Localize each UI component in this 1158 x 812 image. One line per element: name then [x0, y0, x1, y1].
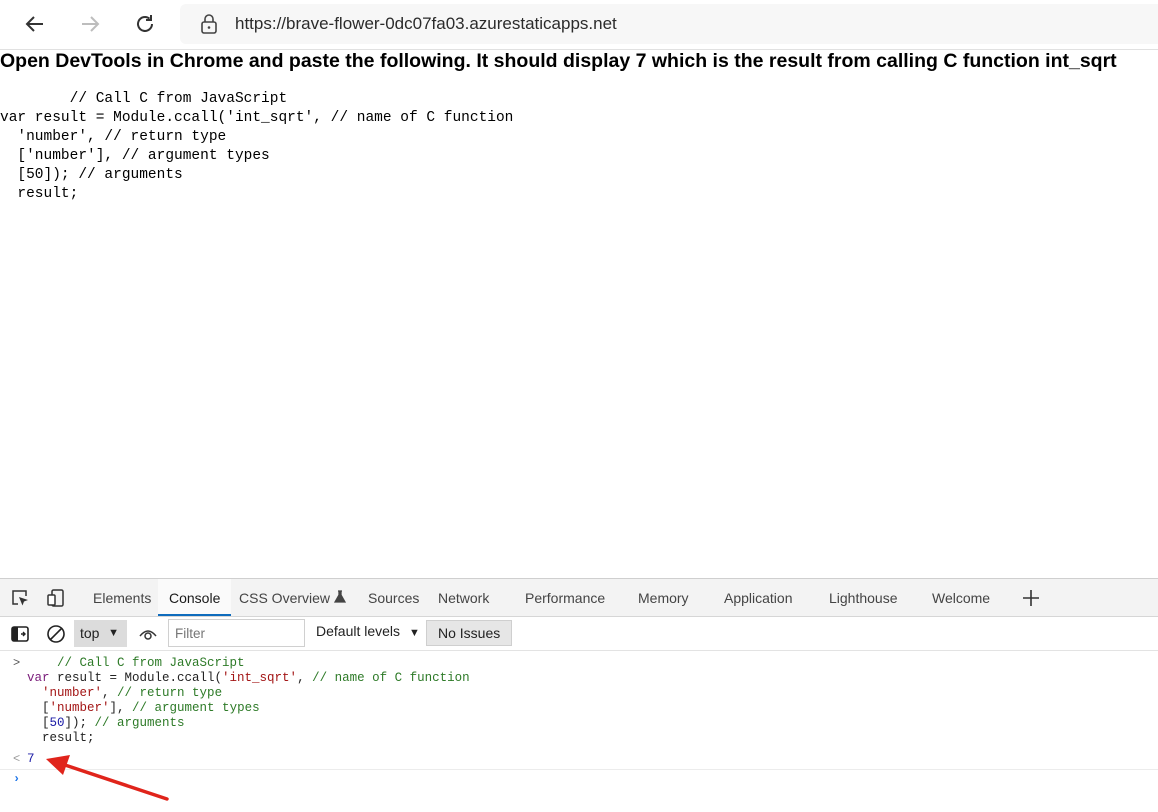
forward-button[interactable]: [74, 8, 106, 40]
tab-welcome[interactable]: Welcome: [932, 579, 990, 616]
address-bar[interactable]: https://brave-flower-0dc07fa03.azurestat…: [180, 4, 1158, 44]
filter-input[interactable]: [168, 619, 305, 647]
devtools-tab-bar: Elements Console CSS Overview Sources Ne…: [0, 579, 1158, 617]
devtools-panel: Elements Console CSS Overview Sources Ne…: [0, 578, 1158, 812]
lock-icon: [201, 14, 217, 34]
back-arrow-icon: [25, 16, 43, 32]
dropdown-caret-icon: ▼: [108, 627, 119, 639]
log-levels-label: Default levels: [316, 623, 401, 639]
console-result-row: < 7: [0, 751, 1158, 770]
url-text[interactable]: https://brave-flower-0dc07fa03.azurestat…: [235, 14, 617, 34]
page-heading: Open DevTools in Chrome and paste the fo…: [0, 50, 1117, 72]
inspect-element-icon: [12, 590, 28, 606]
tab-css-overview-label: CSS Overview: [239, 590, 331, 606]
tab-console[interactable]: Console: [158, 579, 232, 616]
page-content: Open DevTools in Chrome and paste the fo…: [0, 50, 1158, 578]
refresh-icon: [137, 15, 153, 32]
tab-lighthouse[interactable]: Lighthouse: [829, 579, 898, 616]
live-expression-button[interactable]: [137, 623, 159, 645]
tab-network[interactable]: Network: [438, 579, 489, 616]
clear-console-icon: [47, 625, 65, 643]
tab-application[interactable]: Application: [724, 579, 793, 616]
context-selector[interactable]: top ▼: [74, 620, 127, 647]
issues-button[interactable]: No Issues: [426, 620, 513, 646]
result-prompt: <: [13, 752, 21, 766]
context-selector-value: top: [80, 625, 100, 641]
refresh-button[interactable]: [129, 8, 161, 40]
console-input-echo: // Call C from JavaScript var result = M…: [27, 656, 470, 745]
code-snippet: // Call C from JavaScript var result = M…: [0, 91, 514, 202]
tab-elements[interactable]: Elements: [93, 579, 151, 616]
clear-console-button[interactable]: [45, 623, 67, 645]
browser-toolbar: https://brave-flower-0dc07fa03.azurestat…: [0, 0, 1158, 50]
log-levels-dropdown[interactable]: Default levels ▼: [316, 623, 420, 639]
console-toolbar: top ▼ Default levels ▼ No Issues: [0, 617, 1158, 651]
tab-memory[interactable]: Memory: [638, 579, 689, 616]
back-button[interactable]: [19, 8, 51, 40]
flask-icon: [333, 590, 347, 603]
device-emulation-button[interactable]: [45, 587, 67, 609]
live-expression-eye-icon: [139, 630, 157, 640]
console-result-value[interactable]: 7: [27, 752, 35, 767]
dropdown-caret-icon: ▼: [408, 627, 420, 639]
device-emulation-icon: [47, 589, 64, 607]
console-input-prompt[interactable]: ›: [13, 772, 20, 787]
sidebar-toggle-icon: [11, 626, 29, 642]
inspect-element-button[interactable]: [9, 587, 31, 609]
input-prompt: >: [13, 656, 21, 670]
tab-css-overview[interactable]: CSS Overview: [239, 579, 347, 616]
add-tab-button[interactable]: [1020, 587, 1042, 609]
tab-performance[interactable]: Performance: [525, 579, 605, 616]
sidebar-toggle-button[interactable]: [9, 623, 31, 645]
console-output: > // Call C from JavaScript var result =…: [0, 651, 1158, 812]
add-tab-icon: [1023, 590, 1039, 606]
tab-sources[interactable]: Sources: [368, 579, 419, 616]
forward-arrow-icon: [82, 16, 100, 32]
